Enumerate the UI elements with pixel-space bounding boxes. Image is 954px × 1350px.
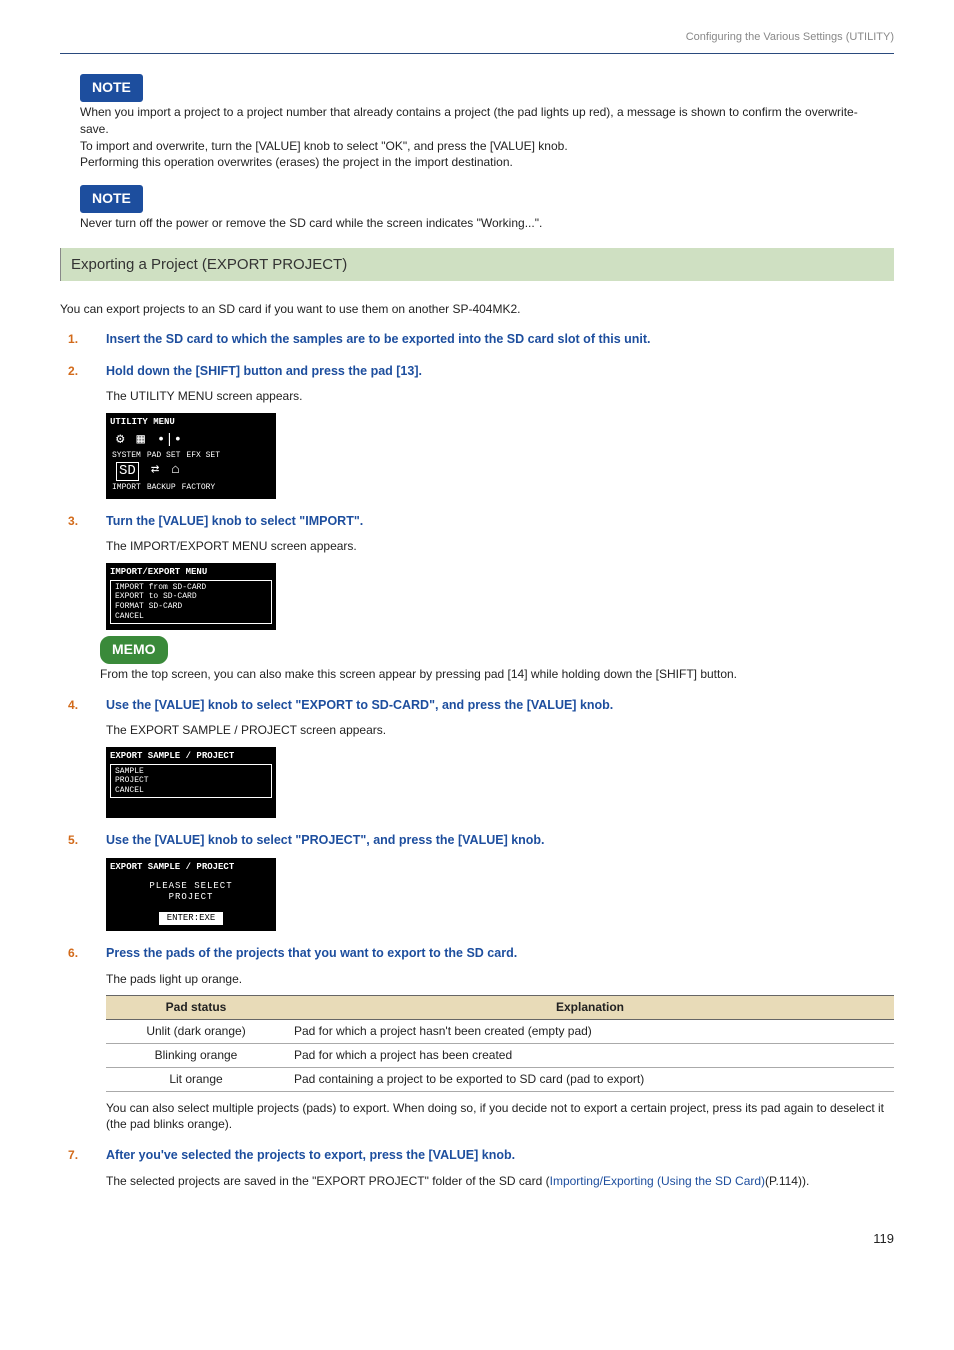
screen-label: EFX SET (186, 451, 220, 461)
step-6: Press the pads of the projects that you … (60, 945, 894, 1133)
note-text: Never turn off the power or remove the S… (80, 215, 874, 232)
memo-badge: MEMO (100, 636, 168, 664)
menu-item: EXPORT to SD-CARD (115, 592, 267, 602)
step-7-title: After you've selected the projects to ex… (106, 1147, 894, 1165)
screen-line: PROJECT (110, 892, 272, 903)
screen-title: EXPORT SAMPLE / PROJECT (110, 751, 272, 762)
step-7-pre: The selected projects are saved in the "… (106, 1174, 550, 1188)
step-1: Insert the SD card to which the samples … (60, 331, 894, 349)
menu-item: CANCEL (115, 612, 267, 622)
import-export-link[interactable]: Importing/Exporting (Using the SD Card) (550, 1174, 765, 1188)
screen-label: BACKUP (147, 483, 176, 493)
pad-status-table: Pad status Explanation Unlit (dark orang… (106, 995, 894, 1091)
step-3-title: Turn the [VALUE] knob to select "IMPORT"… (106, 513, 894, 531)
step-3-body: The IMPORT/EXPORT MENU screen appears. (106, 538, 894, 555)
page-number: 119 (60, 1230, 894, 1248)
intro-text: You can export projects to an SD card if… (60, 301, 894, 318)
screen-title: UTILITY MENU (110, 417, 272, 428)
gear-icon: ⚙ (116, 432, 124, 449)
menu-item: FORMAT SD-CARD (115, 602, 267, 612)
note1-line2: To import and overwrite, turn the [VALUE… (80, 138, 874, 155)
note-badge: NOTE (80, 185, 143, 213)
step-5-title: Use the [VALUE] knob to select "PROJECT"… (106, 832, 894, 850)
table-cell: Unlit (dark orange) (106, 1020, 286, 1044)
note-badge: NOTE (80, 74, 143, 102)
menu-item: IMPORT from SD-CARD (115, 583, 267, 593)
screen-label: SYSTEM (112, 451, 141, 461)
table-row: Lit orange Pad containing a project to b… (106, 1067, 894, 1091)
factory-icon: ⌂ (171, 462, 179, 481)
menu-item: SAMPLE (115, 767, 267, 777)
section-title: Exporting a Project (EXPORT PROJECT) (60, 248, 894, 281)
table-header: Pad status (106, 996, 286, 1020)
step-4-title: Use the [VALUE] knob to select "EXPORT t… (106, 697, 894, 715)
step-6-body: The pads light up orange. (106, 971, 894, 988)
step-1-title: Insert the SD card to which the samples … (106, 331, 894, 349)
utility-menu-screen: UTILITY MENU ⚙ ▦ •|• SYSTEM PAD SET EFX … (106, 413, 276, 499)
screen-label: FACTORY (182, 483, 216, 493)
screen-label: PAD SET (147, 451, 181, 461)
step-4: Use the [VALUE] knob to select "EXPORT t… (60, 697, 894, 819)
table-cell: Pad containing a project to be exported … (286, 1067, 894, 1091)
screen-title: EXPORT SAMPLE / PROJECT (110, 862, 272, 873)
screen-button: ENTER:EXE (159, 912, 224, 925)
note1-line3: Performing this operation overwrites (er… (80, 154, 874, 171)
memo-text: From the top screen, you can also make t… (100, 666, 874, 683)
menu-item: CANCEL (115, 786, 267, 796)
step-4-body: The EXPORT SAMPLE / PROJECT screen appea… (106, 722, 894, 739)
step-2-title: Hold down the [SHIFT] button and press t… (106, 363, 894, 381)
export-sample-project-screen: EXPORT SAMPLE / PROJECT SAMPLE PROJECT C… (106, 747, 276, 819)
import-export-menu-screen: IMPORT/EXPORT MENU IMPORT from SD-CARD E… (106, 563, 276, 630)
table-row: Blinking orange Pad for which a project … (106, 1044, 894, 1068)
menu-item: PROJECT (115, 776, 267, 786)
table-cell: Lit orange (106, 1067, 286, 1091)
table-cell: Pad for which a project has been created (286, 1044, 894, 1068)
step-2-body: The UTILITY MENU screen appears. (106, 388, 894, 405)
grid-icon: ▦ (136, 432, 144, 449)
sliders-icon: •|• (157, 432, 182, 449)
step-3: Turn the [VALUE] knob to select "IMPORT"… (60, 513, 894, 683)
table-header: Explanation (286, 996, 894, 1020)
step-7-body: The selected projects are saved in the "… (106, 1173, 894, 1190)
breadcrumb: Configuring the Various Settings (UTILIT… (60, 30, 894, 54)
export-project-select-screen: EXPORT SAMPLE / PROJECT PLEASE SELECT PR… (106, 858, 276, 931)
screen-title: IMPORT/EXPORT MENU (110, 567, 272, 578)
table-row: Unlit (dark orange) Pad for which a proj… (106, 1020, 894, 1044)
step-5: Use the [VALUE] knob to select "PROJECT"… (60, 832, 894, 931)
table-cell: Blinking orange (106, 1044, 286, 1068)
sd-icon: SD (116, 462, 139, 481)
step-2: Hold down the [SHIFT] button and press t… (60, 363, 894, 499)
step-6-after: You can also select multiple projects (p… (106, 1100, 894, 1134)
note2-line1: Never turn off the power or remove the S… (80, 215, 874, 232)
swap-icon: ⇄ (151, 462, 159, 481)
step-7-post: (P.114)). (765, 1174, 809, 1188)
step-7: After you've selected the projects to ex… (60, 1147, 894, 1189)
table-cell: Pad for which a project hasn't been crea… (286, 1020, 894, 1044)
note-text: When you import a project to a project n… (80, 104, 874, 171)
screen-label: IMPORT (112, 483, 141, 493)
screen-line: PLEASE SELECT (110, 881, 272, 892)
note1-line1: When you import a project to a project n… (80, 104, 874, 138)
step-6-title: Press the pads of the projects that you … (106, 945, 894, 963)
